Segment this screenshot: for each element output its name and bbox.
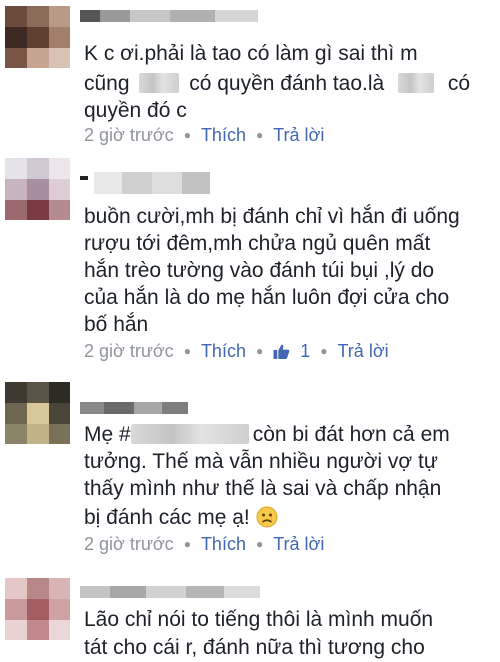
comment-text-line: Mẹ # còn bi đát hơn cả em (84, 422, 450, 448)
comment-text-line: của hắn là do mẹ hắn luôn đợi cửa cho (84, 286, 450, 309)
separator-dot: ● (255, 344, 264, 358)
comment-text-line: Lão chỉ nói to tiếng thôi là mình muốn (84, 608, 434, 631)
author-name-blurred[interactable] (80, 396, 188, 420)
reply-link[interactable]: Trả lời (273, 125, 324, 145)
author-name-blurred[interactable] (80, 580, 260, 604)
comment-text-fragment: có (447, 72, 471, 95)
comment-text-line: thấy mình như thế là sai và chấp nhận (84, 477, 442, 500)
avatar[interactable] (5, 578, 70, 640)
comment-text-line: bố hắn (84, 313, 149, 336)
comment-text-line: cũng có quyền đánh tao.là có (84, 71, 470, 97)
avatar[interactable] (5, 6, 70, 68)
comment-text-fragment: cũng (84, 72, 130, 95)
reply-link[interactable]: Trả lời (273, 534, 324, 554)
separator-dot: ● (255, 537, 264, 551)
comment-meta: 2 giờ trước ● Thích ● Trả lời (84, 124, 324, 146)
redacted-text (398, 73, 435, 93)
like-link[interactable]: Thích (201, 534, 246, 554)
comment-text-line: tát cho cái r, đánh nữa thì tương cho (84, 636, 425, 659)
separator-dot: ● (183, 537, 191, 551)
separator-dot: ● (255, 128, 264, 142)
comment-meta: 2 giờ trước ● Thích ● Trả lời (84, 533, 324, 555)
comment-text-line: K c ơi.phải là tao có làm gì sai thì m (84, 42, 418, 65)
comment-text-line: hắn trèo tường vào đánh túi bụi ,lý do (84, 259, 435, 282)
avatar[interactable] (5, 382, 70, 444)
redacted-text (139, 73, 180, 93)
reply-link[interactable]: Trả lời (337, 341, 388, 361)
like-link[interactable]: Thích (201, 125, 246, 145)
comment-text-line: tưởng. Thế mà vẫn nhiều người vợ tự (84, 450, 438, 473)
author-name-blurred[interactable] (80, 168, 210, 198)
author-name-blurred[interactable] (80, 4, 258, 28)
separator-dot: ● (183, 128, 191, 142)
comment-text-line: buồn cười,mh bị đánh chỉ vì hắn đi uống (84, 205, 460, 228)
comment-text-fragment: bị đánh các mẹ ạ! (84, 506, 250, 529)
separator-dot: ● (320, 344, 328, 358)
timestamp[interactable]: 2 giờ trước (84, 534, 174, 554)
thumbs-up-icon[interactable] (273, 343, 290, 365)
like-link[interactable]: Thích (201, 341, 246, 361)
comment-text-line: bị đánh các mẹ ạ! (84, 505, 278, 535)
like-count[interactable]: 1 (300, 341, 310, 361)
redacted-text (130, 424, 249, 444)
separator-dot: ● (183, 344, 191, 358)
comment-text-line: rượu tới đêm,mh chửa ngủ quên mất (84, 232, 431, 255)
comment-text-fragment: Mẹ # (84, 423, 131, 446)
comment-text-fragment: còn bi đát hơn cả em (252, 423, 450, 446)
timestamp[interactable]: 2 giờ trước (84, 125, 174, 145)
sad-face-emoji (256, 506, 278, 535)
comment-meta: 2 giờ trước ● Thích ● 1 ● Trả lời (84, 340, 389, 365)
avatar[interactable] (5, 158, 70, 220)
comment-text-line: quyền đó c (84, 99, 187, 122)
comment-text-fragment: có quyền đánh tao.là (189, 72, 385, 95)
timestamp[interactable]: 2 giờ trước (84, 341, 174, 361)
